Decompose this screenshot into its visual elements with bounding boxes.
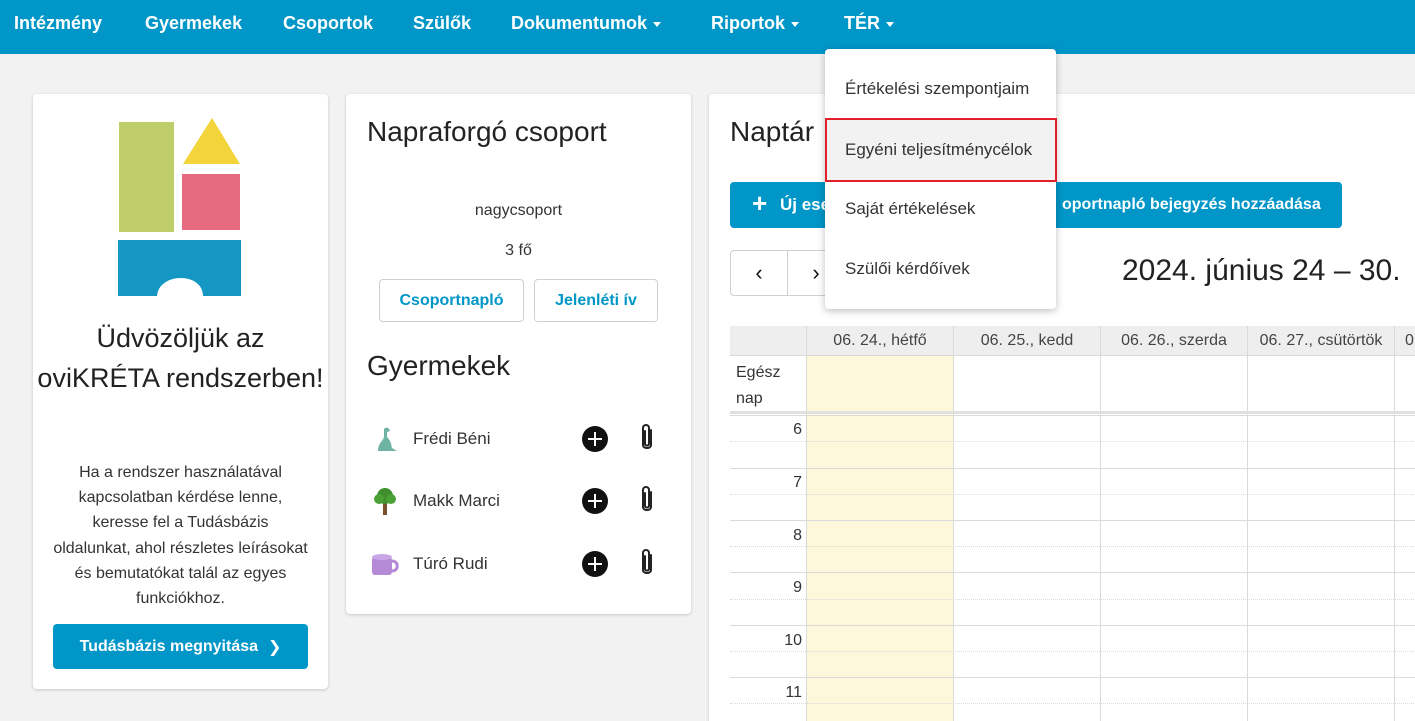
dinosaur-icon: [378, 427, 397, 451]
paperclip-icon[interactable]: [636, 422, 658, 454]
tree-icon: [374, 488, 396, 515]
nav-szulok[interactable]: Szülők: [413, 13, 471, 34]
child-name: Túró Rudi: [413, 554, 488, 573]
all-day-divider: [730, 411, 1415, 414]
add-icon[interactable]: [582, 426, 608, 452]
day-header[interactable]: 06. 24., hétfő: [807, 326, 954, 356]
paperclip-icon[interactable]: [636, 547, 658, 579]
grid-line: [730, 703, 1415, 704]
chevron-right-icon: ❯: [268, 638, 282, 656]
nav-csoportok[interactable]: Csoportok: [283, 13, 373, 34]
hour-label: 8: [793, 527, 802, 544]
nav-riportok[interactable]: Riportok: [711, 13, 799, 34]
welcome-text: Ha a rendszer használatával kapcsolatban…: [53, 464, 308, 608]
nav-ter[interactable]: TÉR: [844, 13, 894, 34]
day-header[interactable]: 0: [1395, 326, 1415, 356]
plus-icon: +: [752, 188, 768, 218]
group-count: 3 fő: [505, 242, 532, 259]
grid-line: [730, 415, 1415, 416]
list-item: Makk Marci: [346, 480, 691, 520]
menu-item-parent-questionnaires[interactable]: Szülői kérdőívek: [825, 239, 1056, 299]
calendar-title: Naptár: [730, 116, 815, 147]
grid-line: [730, 494, 1415, 495]
chevron-left-icon: ‹: [755, 260, 763, 285]
list-item: Frédi Béni: [346, 418, 691, 458]
menu-item-evaluation-criteria[interactable]: Értékelési szempontjaim: [825, 59, 1056, 119]
welcome-title: Üdvözöljük az oviKRÉTA rendszerben!: [37, 323, 324, 393]
nav-dokumentumok[interactable]: Dokumentumok: [511, 13, 662, 34]
grid-line: [730, 677, 1415, 678]
chevron-down-icon: [886, 22, 894, 27]
menu-item-own-evaluations[interactable]: Saját értékelések: [825, 179, 1056, 239]
group-card: Napraforgó csoport nagycsoport 3 fő Csop…: [346, 94, 691, 614]
add-icon[interactable]: [582, 488, 608, 514]
children-title: Gyermekek: [367, 350, 511, 381]
attendance-sheet-button[interactable]: Jelenléti ív: [534, 279, 658, 322]
add-event-label: Új ese: [780, 195, 831, 214]
hour-label: 6: [793, 421, 802, 438]
group-type: nagycsoport: [474, 202, 563, 219]
chevron-down-icon: [653, 22, 662, 27]
hour-label: 7: [793, 474, 802, 491]
calendar-card: Naptár + Új ese oportnapló bejegyzés hoz…: [709, 94, 1415, 721]
nav-gyermekek[interactable]: Gyermekek: [145, 13, 242, 34]
top-navigation: Intézmény Gyermekek Csoportok Szülők Dok…: [0, 0, 1415, 54]
day-header[interactable]: 06. 26., szerda: [1101, 326, 1248, 356]
grid-line: [730, 651, 1415, 652]
week-grid: 06. 24., hétfő 06. 25., kedd 06. 26., sz…: [730, 326, 1415, 721]
grid-line: [730, 625, 1415, 626]
okovikreta-logo-icon: [118, 118, 241, 296]
day-header[interactable]: 06. 27., csütörtök: [1248, 326, 1395, 356]
group-journal-button[interactable]: Csoportnapló: [379, 279, 524, 322]
welcome-card: Üdvözöljük az oviKRÉTA rendszerben! Ha a…: [33, 94, 328, 689]
grid-line: [730, 572, 1415, 573]
chevron-right-icon: ›: [812, 260, 820, 285]
paperclip-icon[interactable]: [636, 484, 658, 516]
menu-item-individual-goals[interactable]: Egyéni teljesítménycélok: [825, 118, 1057, 182]
day-header[interactable]: 06. 25., kedd: [954, 326, 1101, 356]
list-item: Túró Rudi: [346, 543, 691, 583]
hour-label: 11: [785, 684, 802, 701]
grid-line: [730, 520, 1415, 521]
knowledge-base-button[interactable]: Tudásbázis megnyitása ❯: [53, 624, 308, 669]
grid-line: [730, 599, 1415, 600]
grid-corner: [730, 326, 807, 356]
hour-label: 10: [784, 632, 802, 649]
mug-icon: [372, 554, 399, 575]
previous-week-button[interactable]: ‹: [730, 250, 788, 296]
hour-label: 9: [793, 579, 802, 596]
child-name: Frédi Béni: [413, 429, 491, 448]
grid-line: [730, 468, 1415, 469]
child-name: Makk Marci: [413, 491, 500, 510]
week-range: 2024. június 24 – 30.: [1122, 254, 1401, 287]
ter-dropdown-menu: Értékelési szempontjaim Egyéni teljesítm…: [825, 49, 1057, 309]
group-title: Napraforgó csoport: [367, 116, 607, 147]
grid-line: [730, 546, 1415, 547]
grid-line: [730, 441, 1415, 442]
nav-intezmeny[interactable]: Intézmény: [14, 13, 102, 34]
add-journal-entry-label: oportnapló bejegyzés hozzáadása: [1062, 196, 1321, 213]
all-day-label: Egész nap: [736, 364, 781, 407]
add-icon[interactable]: [582, 551, 608, 577]
chevron-down-icon: [791, 22, 799, 27]
